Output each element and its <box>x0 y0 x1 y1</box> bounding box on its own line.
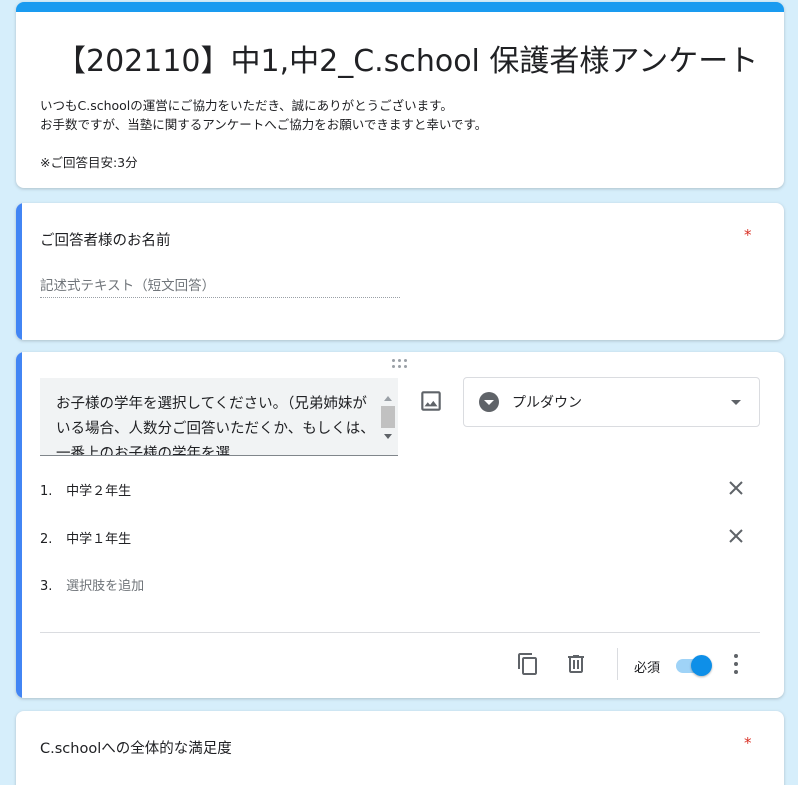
scrollbar[interactable] <box>380 394 396 454</box>
description-line-1: いつもC.schoolの運営にご協力をいただき、誠にありがとうございます。 <box>40 98 453 113</box>
option-label[interactable]: 中学１年生 <box>66 532 131 547</box>
question-card-name[interactable]: ご回答者様のお名前 * 記述式テキスト（短文回答） <box>16 203 784 340</box>
divider <box>40 632 760 633</box>
question-title: ご回答者様のお名前 <box>40 233 171 249</box>
add-option[interactable]: 3. 選択肢を追加 <box>40 575 144 594</box>
duplicate-icon[interactable] <box>516 652 540 676</box>
question-title-text: お子様の学年を選択してください。（兄弟姉妹がいる場合、人数分ご回答いただくか、も… <box>56 396 375 456</box>
dropdown-type-icon <box>479 392 499 412</box>
required-asterisk: * <box>744 734 752 752</box>
toolbar-separator <box>617 648 618 680</box>
short-answer-field: 記述式テキスト（短文回答） <box>40 274 400 298</box>
add-option-label[interactable]: 選択肢を追加 <box>66 579 144 594</box>
scroll-up-icon[interactable] <box>384 396 392 401</box>
close-icon[interactable] <box>728 528 744 544</box>
question-title: C.schoolへの全体的な満足度 <box>40 741 232 757</box>
description-line-3: ※ご回答目安:3分 <box>40 155 138 170</box>
option-number: 1. <box>40 484 53 499</box>
question-card-satisfaction[interactable]: C.schoolへの全体的な満足度 * <box>16 711 784 785</box>
image-icon[interactable] <box>418 388 444 414</box>
required-asterisk: * <box>744 226 752 244</box>
delete-icon[interactable] <box>564 652 588 676</box>
question-card-grade[interactable]: お子様の学年を選択してください。（兄弟姉妹がいる場合、人数分ご回答いただくか、も… <box>16 352 784 698</box>
active-indicator <box>16 203 22 340</box>
drag-handle-icon[interactable] <box>392 359 408 369</box>
more-vert-icon[interactable] <box>726 652 746 676</box>
option-number: 3. <box>40 579 53 594</box>
form-title[interactable]: 【202110】中1,中2_C.school 保護者様アンケート <box>56 36 758 80</box>
option-number: 2. <box>40 532 53 547</box>
close-icon[interactable] <box>728 480 744 496</box>
description-line-2: お手数ですが、当塾に関するアンケートへご協力をお願いできますと幸いです。 <box>40 117 488 132</box>
required-label: 必須 <box>634 661 661 676</box>
question-title-input[interactable]: お子様の学年を選択してください。（兄弟姉妹がいる場合、人数分ご回答いただくか、も… <box>40 378 398 456</box>
caret-down-icon <box>731 400 741 405</box>
required-toggle[interactable] <box>674 655 712 676</box>
option-label[interactable]: 中学２年生 <box>66 484 131 499</box>
toggle-thumb <box>691 655 712 676</box>
scroll-down-icon[interactable] <box>384 434 392 439</box>
form-header-card: 【202110】中1,中2_C.school 保護者様アンケート いつもC.sc… <box>16 2 784 188</box>
active-indicator <box>16 352 22 698</box>
option-item[interactable]: 1. 中学２年生 <box>40 480 131 499</box>
option-item[interactable]: 2. 中学１年生 <box>40 528 131 547</box>
form-description[interactable]: いつもC.schoolの運営にご協力をいただき、誠にありがとうございます。 お手… <box>40 96 487 172</box>
scroll-thumb[interactable] <box>381 406 395 428</box>
question-type-label: プルダウン <box>512 395 582 411</box>
question-type-select[interactable]: プルダウン <box>463 377 760 427</box>
